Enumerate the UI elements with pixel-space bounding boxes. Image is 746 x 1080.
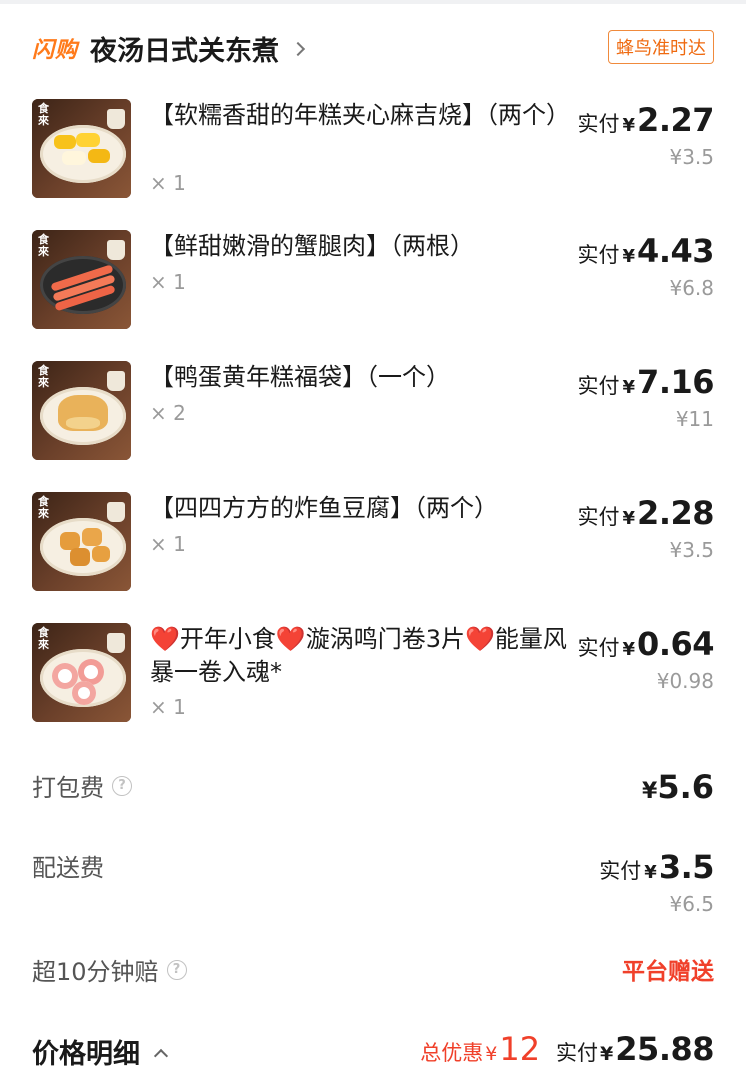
- brand-logo: 闪购: [32, 38, 79, 63]
- price-details-title: 价格明细: [32, 1039, 140, 1070]
- paid-amount: 2.27: [637, 101, 714, 139]
- platform-gift-text: 平台赠送: [622, 959, 714, 985]
- item-paid-price: 实付 ¥ 2.28: [577, 494, 715, 532]
- item-quantity: × 1: [150, 695, 186, 719]
- shop-logo-icon: 食來: [38, 102, 49, 127]
- help-circle-icon[interactable]: ?: [112, 775, 132, 796]
- item-paid-price: 实付 ¥ 0.64: [577, 625, 715, 663]
- paid-label: 实付: [577, 243, 620, 267]
- total-paid-label: 实付: [556, 1041, 599, 1065]
- item-paid-price: 实付 ¥ 7.16: [577, 363, 715, 401]
- original-price: ¥11: [675, 407, 714, 431]
- currency-symbol: ¥: [622, 115, 636, 136]
- paid-amount: 0.64: [637, 625, 714, 663]
- currency-symbol: ¥: [622, 639, 636, 660]
- paid-label: 实付: [599, 859, 642, 883]
- product-image-naruto[interactable]: 食來: [32, 623, 131, 722]
- top-divider: [0, 0, 746, 4]
- item-name: 【鸭蛋黄年糕福袋】（一个）: [150, 363, 450, 391]
- packing-fee-value: ¥ 5.6: [642, 768, 714, 806]
- currency-symbol: ¥: [485, 1043, 498, 1065]
- original-price: ¥3.5: [669, 145, 714, 169]
- original-price: ¥0.98: [656, 669, 714, 693]
- packing-fee-row: 打包费 ? ¥ 5.6: [32, 768, 714, 808]
- item-quantity: × 1: [150, 532, 186, 556]
- store-name[interactable]: 夜汤日式关东煮: [90, 29, 279, 68]
- item-quantity: × 2: [150, 401, 186, 425]
- paid-label: 实付: [577, 374, 620, 398]
- product-image-fried-tofu[interactable]: 食來: [32, 492, 131, 591]
- product-image-mochi[interactable]: 食來: [32, 99, 131, 198]
- item-name: 【四四方方的炸鱼豆腐】（两个）: [150, 494, 498, 522]
- paid-amount: 2.28: [637, 494, 714, 532]
- currency-symbol: ¥: [622, 246, 636, 267]
- late-compensation-row: 超10分钟赔 ? 平台赠送: [32, 952, 714, 988]
- item-quantity: × 1: [150, 171, 186, 195]
- shop-logo-icon: 食來: [38, 626, 49, 651]
- currency-symbol: ¥: [600, 1043, 614, 1065]
- shop-logo-icon: 食來: [38, 233, 49, 258]
- help-circle-icon[interactable]: ?: [166, 959, 187, 980]
- currency-symbol: ¥: [642, 779, 658, 804]
- order-item[interactable]: 食來 【四四方方的炸鱼豆腐】（两个） × 1 实付 ¥ 2.28 ¥3.5: [32, 492, 714, 592]
- item-paid-price: 实付 ¥ 4.43: [577, 232, 715, 270]
- order-item[interactable]: 食來 【鸭蛋黄年糕福袋】（一个） × 2 实付 ¥ 7.16 ¥11: [32, 361, 714, 461]
- late-compensation-label: 超10分钟赔: [32, 958, 159, 986]
- paid-label: 实付: [577, 112, 620, 136]
- original-price: ¥6.8: [669, 276, 714, 300]
- item-paid-price: 实付 ¥ 2.27: [577, 101, 715, 139]
- packing-fee-label: 打包费: [32, 774, 104, 802]
- late-compensation-label-group: 超10分钟赔 ?: [32, 952, 714, 987]
- order-item[interactable]: 食來 【鲜甜嫩滑的蟹腿肉】（两根） × 1 实付 ¥ 4.43 ¥6.8: [32, 230, 714, 330]
- delivery-badge: 蜂鸟准时达: [608, 30, 714, 64]
- product-image-fukubukuro[interactable]: 食來: [32, 361, 131, 460]
- product-image-crab[interactable]: 食來: [32, 230, 131, 329]
- paid-amount: 4.43: [637, 232, 714, 270]
- packing-fee-amount: 5.6: [657, 768, 714, 806]
- paid-label: 实付: [577, 505, 620, 529]
- paid-label: 实付: [577, 636, 620, 660]
- chevron-right-icon[interactable]: [290, 41, 306, 57]
- currency-symbol: ¥: [622, 508, 636, 529]
- packing-fee-label-group: 打包费 ?: [32, 768, 714, 803]
- currency-symbol: ¥: [622, 377, 636, 398]
- summary-amounts: 总优惠 ¥ 12 实付 ¥ 25.88: [420, 1030, 714, 1068]
- delivery-fee-row: 配送费 实付 ¥ 3.5 ¥6.5: [32, 848, 715, 918]
- delivery-original-price: ¥6.5: [669, 892, 714, 916]
- total-paid-amount: 25.88: [615, 1030, 714, 1068]
- total-discount-amount: 12: [499, 1030, 541, 1068]
- shop-logo-icon: 食來: [38, 495, 49, 520]
- order-item[interactable]: 食來 【软糯香甜的年糕夹心麻吉烧】（两个） × 1 实付 ¥ 2.27 ¥3.5: [32, 99, 714, 199]
- item-name: 【软糯香甜的年糕夹心麻吉烧】（两个）: [150, 101, 570, 129]
- currency-symbol: ¥: [644, 862, 657, 883]
- order-item[interactable]: 食來 ❤️开年小食❤️漩涡鸣门卷3片❤️能量风暴一卷入魂* × 1 实付 ¥ 0…: [32, 623, 714, 723]
- item-name: ❤️开年小食❤️漩涡鸣门卷3片❤️能量风暴一卷入魂*: [150, 625, 567, 686]
- item-quantity: × 1: [150, 270, 186, 294]
- paid-amount: 7.16: [637, 363, 714, 401]
- store-header[interactable]: 闪购 夜汤日式关东煮 蜂鸟准时达: [32, 28, 714, 68]
- original-price: ¥3.5: [669, 538, 714, 562]
- shop-logo-icon: 食來: [38, 364, 49, 389]
- delivery-fee-amount: 3.5: [658, 848, 715, 886]
- item-name: 【鲜甜嫩滑的蟹腿肉】（两根）: [150, 232, 474, 260]
- delivery-fee-value: 实付 ¥ 3.5: [599, 848, 714, 886]
- total-discount-label: 总优惠: [420, 1041, 484, 1065]
- price-details-toggle[interactable]: 价格明细: [32, 1032, 169, 1071]
- chevron-up-icon[interactable]: [153, 1048, 169, 1063]
- price-summary-bar: 价格明细 总优惠 ¥ 12 实付 ¥ 25.88: [32, 1030, 714, 1074]
